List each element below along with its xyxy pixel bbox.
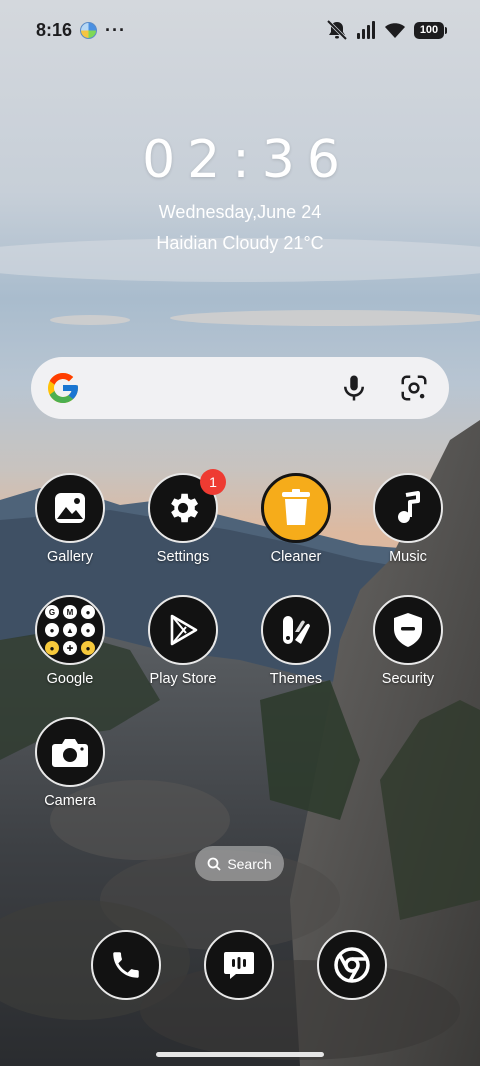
clock-time[interactable]: 02:36 <box>0 130 480 190</box>
home-indicator[interactable] <box>156 1052 324 1057</box>
folder-item: ▲ <box>63 623 77 637</box>
clock-date[interactable]: Wednesday,June 24 <box>0 202 480 223</box>
search-icon <box>207 857 221 871</box>
app-search-button[interactable]: Search <box>195 846 284 881</box>
phone-icon[interactable] <box>91 930 161 1000</box>
app-play-store[interactable]: Play Store <box>127 595 239 687</box>
notification-app-icon <box>80 21 98 39</box>
music-note-icon[interactable] <box>373 473 443 543</box>
app-settings[interactable]: 1 Settings <box>127 469 239 565</box>
app-label: Cleaner <box>270 549 322 565</box>
battery-level: 100 <box>419 24 439 36</box>
app-label: Camera <box>44 793 96 809</box>
app-label: Google <box>46 671 94 687</box>
folder-item: M <box>63 605 77 619</box>
app-label: Settings <box>156 549 210 565</box>
google-lens-icon[interactable] <box>399 373 429 403</box>
shield-icon[interactable] <box>373 595 443 665</box>
google-folder-icon[interactable]: G M ● ● ▲ ● ● ✚ ● <box>35 595 105 665</box>
status-right: 100 <box>326 20 447 40</box>
folder-item: ● <box>81 605 95 619</box>
folder-item: ● <box>81 623 95 637</box>
mute-bell-icon <box>326 20 348 40</box>
app-label: Play Store <box>149 671 217 687</box>
app-cleaner[interactable]: Cleaner <box>240 473 352 565</box>
app-label: Music <box>389 549 427 565</box>
app-label: Themes <box>269 671 323 687</box>
notification-badge: 1 <box>200 469 226 495</box>
microphone-icon[interactable] <box>339 373 369 403</box>
app-label: Gallery <box>47 549 93 565</box>
folder-item: G <box>45 605 59 619</box>
clock-widget[interactable]: 02:36 Wednesday,June 24 Haidian Cloudy 2… <box>0 130 480 254</box>
play-store-icon[interactable] <box>148 595 218 665</box>
status-left: 8:16 ··· <box>36 20 126 41</box>
camera-icon[interactable] <box>35 717 105 787</box>
folder-preview-grid: G M ● ● ▲ ● ● ✚ ● <box>45 605 95 655</box>
folder-item: ● <box>81 641 95 655</box>
more-notifications-icon: ··· <box>105 19 127 40</box>
status-time: 8:16 <box>36 19 73 40</box>
gallery-icon[interactable] <box>35 473 105 543</box>
app-label: Security <box>381 671 435 687</box>
search-pill-label: Search <box>227 855 272 872</box>
folder-item: ● <box>45 641 59 655</box>
trash-can-icon[interactable] <box>261 473 331 543</box>
app-music[interactable]: Music <box>352 473 464 565</box>
status-bar: 8:16 ··· 100 <box>0 0 480 60</box>
google-search-bar[interactable] <box>31 357 449 419</box>
wifi-icon <box>385 23 405 38</box>
app-security[interactable]: Security <box>352 595 464 687</box>
themes-icon[interactable] <box>261 595 331 665</box>
weather-text[interactable]: Haidian Cloudy 21°C <box>0 233 480 254</box>
chrome-icon[interactable] <box>317 930 387 1000</box>
battery-icon: 100 <box>414 21 447 39</box>
messages-icon[interactable] <box>204 930 274 1000</box>
signal-icon <box>357 21 375 39</box>
app-camera[interactable]: Camera <box>14 717 126 809</box>
app-gallery[interactable]: Gallery <box>14 473 126 565</box>
folder-google[interactable]: G M ● ● ▲ ● ● ✚ ● Google <box>14 595 126 687</box>
app-themes[interactable]: Themes <box>240 595 352 687</box>
google-g-icon <box>48 373 78 403</box>
folder-item: ✚ <box>63 641 77 655</box>
folder-item: ● <box>45 623 59 637</box>
gear-icon[interactable]: 1 <box>148 469 226 543</box>
